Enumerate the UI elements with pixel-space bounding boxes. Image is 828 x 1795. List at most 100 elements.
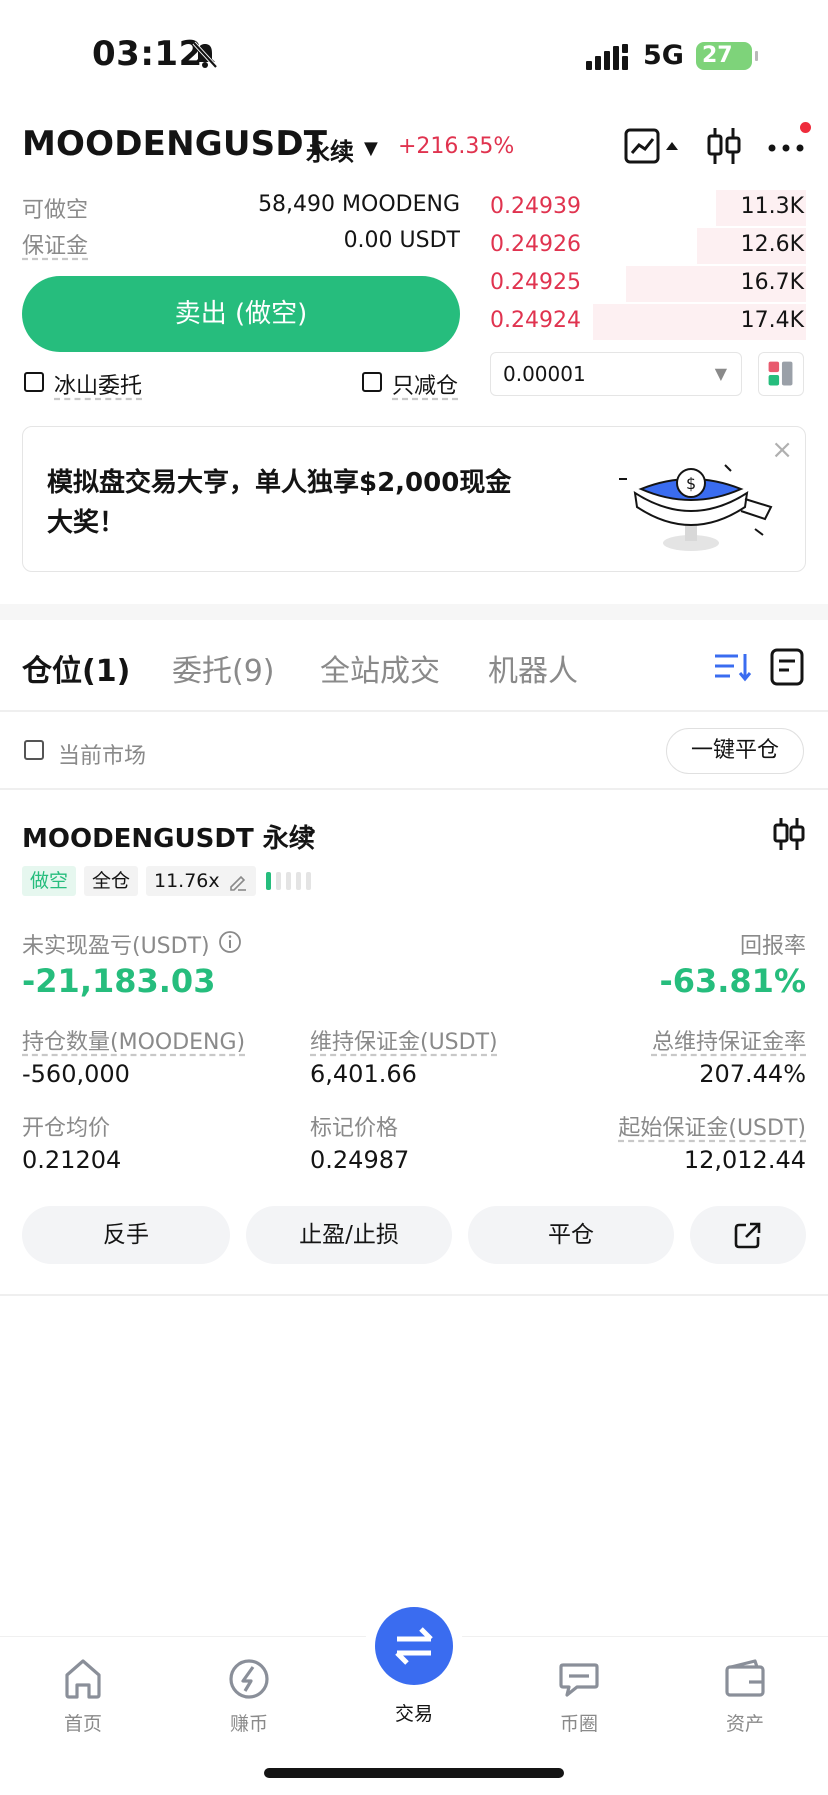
ask-size: 16.7K	[740, 270, 804, 295]
initial-margin-label: 起始保证金(USDT)	[618, 1116, 806, 1141]
leverage-badge[interactable]: 11.76x	[146, 866, 256, 896]
close-position-button[interactable]: 平仓	[468, 1206, 674, 1264]
earn-icon	[229, 1659, 269, 1699]
nav-trade[interactable]: 交易	[356, 1607, 472, 1726]
home-indicator	[264, 1768, 564, 1778]
maint-margin-value: 6,401.66	[310, 1060, 417, 1088]
short-available-label: 可做空	[22, 198, 89, 223]
reverse-button[interactable]: 反手	[22, 1206, 230, 1264]
nav-earn-label: 赚币	[229, 1713, 268, 1735]
ask-price: 0.24924	[490, 308, 581, 333]
tab-bots[interactable]: 机器人	[488, 646, 578, 690]
nav-assets[interactable]: 资产	[685, 1655, 805, 1736]
entry-price-value: 0.21204	[22, 1146, 122, 1174]
filter-divider	[0, 788, 828, 790]
initial-margin-value: 12,012.44	[683, 1146, 806, 1174]
iceberg-checkbox[interactable]	[24, 372, 44, 392]
chevron-right-icon[interactable]: ›	[306, 816, 317, 846]
margin-value: 0.00 USDT	[343, 228, 460, 253]
nav-assets-label: 资产	[725, 1713, 764, 1735]
maint-margin-label: 维持保证金(USDT)	[310, 1030, 498, 1055]
close-all-button[interactable]: 一键平仓	[666, 728, 804, 774]
notification-dot	[800, 122, 811, 133]
ask-size: 17.4K	[740, 308, 804, 333]
edit-icon[interactable]	[228, 872, 248, 892]
short-available-value: 58,490 MOODENG	[258, 192, 460, 217]
position-size-label: 持仓数量(MOODENG)	[22, 1030, 246, 1055]
candlestick-icon[interactable]	[706, 126, 742, 166]
orderbook-layout-button[interactable]	[758, 352, 804, 396]
mark-price-value: 0.24987	[310, 1146, 410, 1174]
nav-community-label: 币圈	[559, 1713, 598, 1735]
tabs-divider	[0, 710, 828, 712]
tab-positions[interactable]: 仓位(1)	[22, 646, 130, 690]
leverage-value: 11.76x	[154, 870, 220, 892]
orderbook-ask-row[interactable]: 0.24926 12.6K	[484, 226, 806, 264]
reduce-only-label[interactable]: 只减仓	[392, 368, 458, 400]
tp-sl-button[interactable]: 止盈/止损	[246, 1206, 452, 1264]
chevron-down-icon: ▼	[714, 364, 727, 383]
position-size-value: -560,000	[22, 1060, 130, 1088]
coin-cup-illustration: $	[619, 464, 773, 551]
sort-icon[interactable]	[712, 644, 752, 688]
history-document-icon[interactable]	[768, 644, 806, 688]
symbol-title[interactable]: MOODENGUSDT	[22, 124, 327, 164]
unrealized-pnl-value: -21,183.03	[22, 962, 216, 1000]
contract-type[interactable]: 永续	[306, 132, 354, 167]
position-symbol[interactable]: MOODENGUSDT 永续	[22, 818, 315, 855]
price-step-select[interactable]: 0.00001 ▼	[490, 352, 742, 396]
promo-banner[interactable]: 模拟盘交易大亨，单人独享$2,000现金大奖！ × $	[22, 426, 806, 572]
network-type: 5G	[643, 40, 684, 71]
reduce-only-checkbox[interactable]	[362, 372, 382, 392]
share-icon	[734, 1222, 761, 1249]
nav-home[interactable]: 首页	[23, 1655, 143, 1736]
roe-label: 回报率	[739, 934, 806, 959]
signal-icon	[586, 44, 628, 70]
margin-label: 保证金	[22, 234, 89, 259]
margin-mode-badge: 全仓	[84, 866, 139, 896]
info-icon[interactable]	[218, 930, 242, 954]
orderbook-ask-row[interactable]: 0.24939 11.3K	[484, 188, 806, 226]
tab-market-trades[interactable]: 全站成交	[320, 646, 440, 690]
price-step-value: 0.00001	[503, 362, 586, 386]
current-market-checkbox[interactable]	[24, 740, 44, 760]
orderbook-ask-row[interactable]: 0.24924 17.4K	[484, 302, 806, 340]
sell-short-button[interactable]: 卖出 (做空)	[22, 276, 460, 352]
unrealized-pnl-label: 未实现盈亏(USDT)	[22, 934, 210, 959]
wallet-icon	[725, 1659, 765, 1697]
nav-community[interactable]: 币圈	[519, 1655, 639, 1736]
nav-earn[interactable]: 赚币	[189, 1655, 309, 1736]
candlestick-icon[interactable]	[772, 816, 806, 852]
risk-level-icon	[266, 872, 311, 890]
current-market-label[interactable]: 当前市场	[58, 738, 146, 770]
promo-banner-text: 模拟盘交易大亨，单人独享$2,000现金大奖！	[47, 468, 512, 538]
section-separator	[0, 604, 828, 620]
nav-trade-label: 交易	[394, 1703, 433, 1725]
home-icon	[65, 1659, 101, 1699]
price-change: +216.35%	[398, 134, 515, 159]
ask-price: 0.24926	[490, 232, 581, 257]
maint-ratio-label: 总维持保证金率	[651, 1030, 806, 1055]
community-icon	[559, 1663, 599, 1697]
trade-button-circle	[375, 1607, 453, 1685]
orderbook-layout-icon	[768, 361, 793, 386]
tab-orders[interactable]: 委托(9)	[172, 646, 275, 690]
iceberg-label[interactable]: 冰山委托	[54, 368, 142, 400]
symbol-dropdown-icon[interactable]: ▼	[364, 138, 378, 159]
share-button[interactable]	[690, 1206, 806, 1264]
nav-home-label: 首页	[63, 1713, 102, 1735]
card-divider	[0, 1294, 828, 1296]
more-icon[interactable]	[766, 126, 806, 166]
chart-line-icon[interactable]	[624, 126, 682, 166]
orderbook-ask-row[interactable]: 0.24925 16.7K	[484, 264, 806, 302]
status-time: 03:12	[92, 34, 203, 74]
battery-indicator: 27	[696, 42, 758, 70]
ask-price: 0.24925	[490, 270, 581, 295]
ask-size: 11.3K	[740, 194, 804, 219]
status-bar: 03:12 5G 27	[0, 0, 828, 110]
bell-muted-icon	[192, 41, 218, 69]
trade-swap-icon	[395, 1627, 433, 1665]
svg-text:$: $	[686, 474, 696, 493]
roe-value: -63.81%	[659, 962, 806, 1000]
entry-price-label: 开仓均价	[22, 1116, 111, 1141]
